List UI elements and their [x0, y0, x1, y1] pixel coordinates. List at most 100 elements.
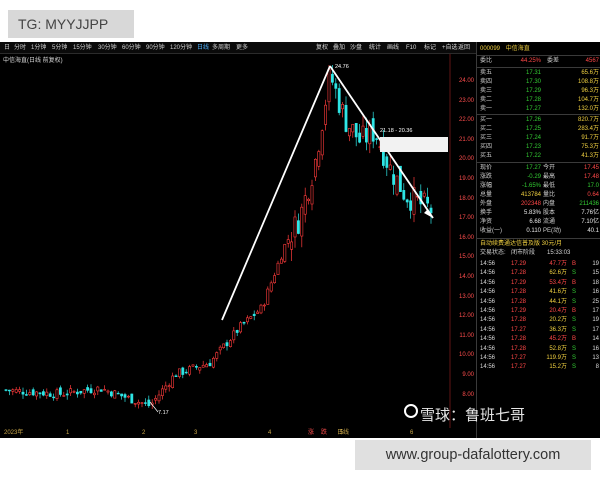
candle-body [283, 244, 287, 262]
ask-label: 卖一 [480, 106, 493, 112]
candle-body [337, 88, 341, 113]
candle-body [31, 389, 35, 396]
tick-volume: 62.6万 [549, 270, 567, 277]
stat-label: 现价 [480, 165, 493, 171]
toolbar-item[interactable]: 更多 [236, 43, 248, 53]
stat-label: 内盘 [543, 201, 556, 207]
toolbar-action[interactable]: 沙盘 [350, 43, 362, 53]
tick-count: 15 [592, 270, 599, 277]
tick-price: 17.28 [511, 317, 527, 324]
tick-time: 14:56 [480, 336, 496, 343]
candle-body [273, 275, 277, 284]
high-price-label: 24.76 [335, 64, 349, 70]
tick-volume: 47.7万 [549, 261, 567, 267]
toolbar-item[interactable]: 120分钟 [170, 43, 192, 53]
x-tick-label: 3 [194, 430, 198, 436]
subscription-notice[interactable]: 自动续费通达信普及版 30元/月 [477, 240, 600, 249]
ask-row: 卖一 17.27 132.0万 [477, 105, 600, 114]
candle-body [392, 174, 396, 185]
candle-body [317, 151, 321, 167]
candle-body [86, 387, 90, 391]
candle-body [361, 125, 365, 137]
tick-price: 17.27 [511, 355, 527, 361]
bid-label: 买五 [480, 153, 493, 159]
toolbar-item[interactable]: 5分钟 [52, 43, 67, 53]
candle-body [259, 304, 263, 314]
candle-body [93, 392, 96, 396]
chart-bottom-tab[interactable]: 日线 [337, 430, 349, 437]
toolbar-action[interactable]: 统计 [369, 43, 381, 53]
candle-body [205, 364, 209, 368]
toolbar-item[interactable]: 多周期 [212, 43, 230, 53]
y-tick-label: 23.00 [458, 97, 474, 104]
stat-row: 涨跌 -0.29 最高 17.48 [477, 173, 600, 182]
price-range-label: 21.18 - 20.36 [380, 128, 413, 134]
stat-value: 17.45 [583, 165, 599, 171]
bid-volume: 41.3万 [581, 153, 599, 159]
candle-body [62, 395, 66, 397]
ask-row: 卖二 17.28 104.7万 [477, 96, 600, 105]
bid-label: 买四 [480, 144, 493, 150]
candle-body [123, 394, 127, 398]
toolbar-item[interactable]: 90分钟 [146, 43, 165, 53]
tick-volume: 45.2万 [549, 336, 567, 343]
toolbar-action[interactable]: 叠加 [333, 43, 345, 53]
candle-body [154, 398, 158, 401]
tick-count: 17 [592, 326, 599, 333]
candle-body [184, 371, 188, 374]
ask-volume: 65.6万 [581, 70, 599, 76]
candle-body [103, 389, 107, 391]
toolbar-item[interactable]: 分时 [14, 43, 26, 53]
y-tick-label: 19.00 [458, 176, 474, 182]
candle-body [256, 311, 260, 314]
candle-body [293, 216, 297, 238]
toolbar-action[interactable]: 复权 [316, 43, 328, 53]
kline-chart-area[interactable]: 中信海直(日线 前复权) 21.18 - 20.36 24.76 7.17 24… [0, 42, 475, 438]
tick-price: 17.28 [511, 345, 527, 352]
toolbar-item[interactable]: 30分钟 [98, 43, 117, 53]
toolbar-item[interactable]: 15分钟 [73, 43, 92, 53]
toolbar-item[interactable]: 60分钟 [122, 43, 141, 53]
ask-volume: 104.7万 [577, 97, 599, 103]
weibi-value: 44.25% [520, 58, 541, 64]
tick-count: 14 [592, 336, 599, 343]
candle-body [351, 123, 355, 133]
toolbar-item[interactable]: 1分钟 [31, 43, 46, 53]
ask-label: 卖四 [480, 79, 493, 85]
tick-time: 14:56 [480, 289, 496, 296]
chart-bottom-tab[interactable]: 跌 [321, 430, 327, 437]
chart-bottom-tab[interactable]: 涨 [308, 430, 314, 437]
x-tick-label: 1 [66, 430, 70, 436]
candle-body [38, 392, 42, 395]
tick-side: S [572, 298, 577, 305]
candle-body [225, 342, 229, 347]
tick-count: 16 [592, 289, 599, 296]
candle-body [167, 385, 171, 387]
ask-label: 卖五 [480, 70, 493, 76]
toolbar-item[interactable]: 日线 [197, 43, 209, 53]
stat-value: 0.110 [526, 228, 541, 234]
tick-volume: 41.6万 [549, 289, 567, 296]
notice-text[interactable]: 自动续费通达信普及版 30元/月 [480, 240, 562, 249]
tick-side: B [572, 261, 577, 267]
tick-row: 14:56 17.28 45.2万 B 14 [477, 335, 600, 344]
toolbar-action[interactable]: +自选 [442, 43, 458, 53]
toolbar-action[interactable]: 返回 [458, 43, 470, 53]
stat-value: 7.76亿 [581, 210, 599, 216]
tick-price: 17.28 [511, 298, 527, 305]
tick-price: 17.28 [511, 336, 527, 343]
candle-body [239, 322, 243, 333]
y-tick-label: 13.00 [458, 293, 474, 300]
stat-label: 总量 [480, 192, 493, 198]
tick-row: 14:56 17.29 20.4万 B 17 [477, 307, 600, 316]
weibi-label: 委比 [480, 58, 493, 64]
toolbar-item[interactable]: 日 [4, 43, 10, 53]
url-label: www.group-dafalottery.com [355, 440, 591, 470]
low-marker [149, 401, 159, 413]
tick-row: 14:56 17.28 41.6万 S 16 [477, 288, 600, 297]
toolbar-action[interactable]: 标记 [424, 43, 436, 53]
kline-chart[interactable] [0, 42, 475, 438]
toolbar-action[interactable]: F10 [406, 43, 416, 53]
tick-time: 14:56 [480, 298, 496, 305]
toolbar-action[interactable]: 画线 [387, 43, 399, 53]
